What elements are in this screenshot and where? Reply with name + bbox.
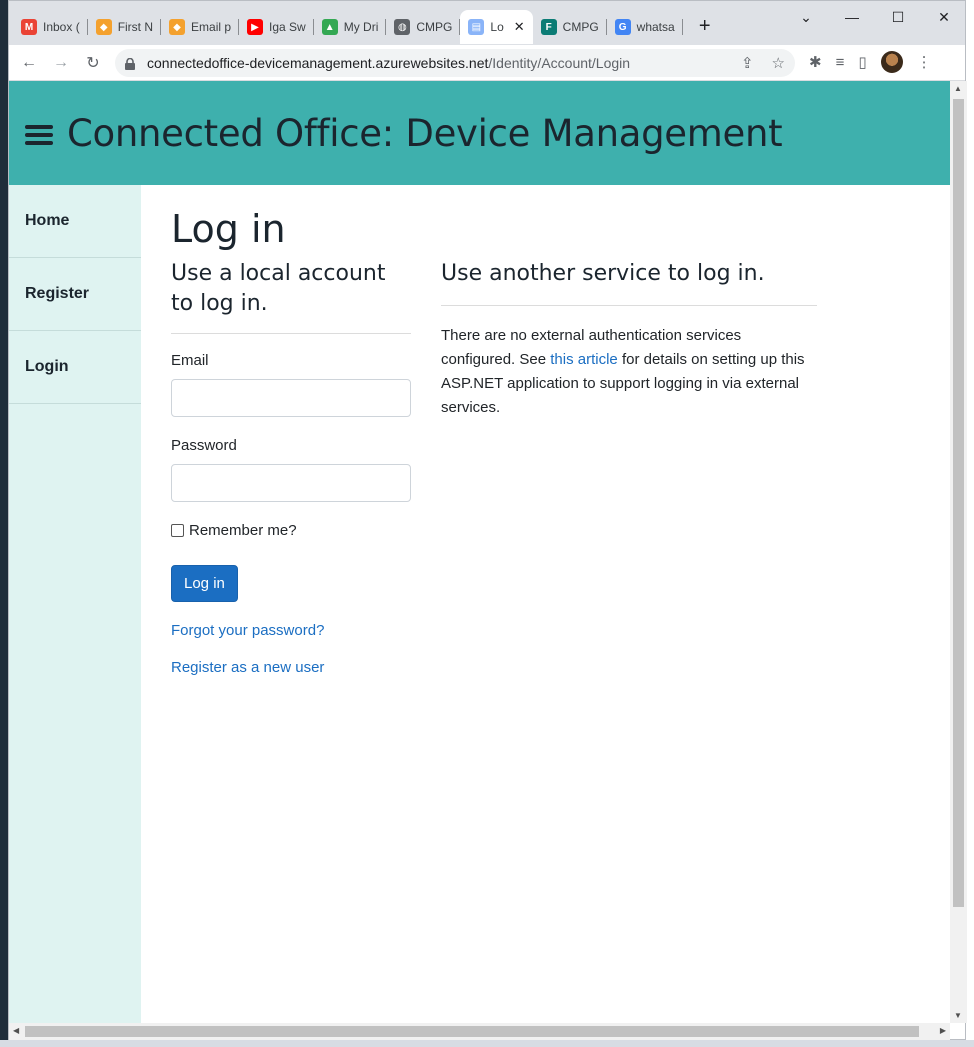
external-service-heading: Use another service to log in. <box>441 261 765 286</box>
drive-icon: ▲ <box>321 19 338 35</box>
url-host: connectedoffice-devicemanagement.azurewe… <box>147 55 489 71</box>
scroll-down-arrow-icon[interactable]: ▼ <box>954 1011 962 1020</box>
tab-label: Email p <box>191 20 232 34</box>
vertical-scrollbar[interactable]: ▲ ▼ <box>950 81 967 1023</box>
browser-tab[interactable]: Gwhatsa <box>607 10 683 44</box>
minimize-button[interactable]: — <box>829 1 875 33</box>
tab-label: Inbox ( <box>43 20 80 34</box>
browser-tab[interactable]: F CMPG <box>533 10 607 44</box>
profile-avatar[interactable] <box>880 51 903 73</box>
remember-me-row[interactable]: Remember me? <box>171 522 411 539</box>
tab-label: My Dri <box>343 20 379 34</box>
menu-kebab-icon[interactable]: ⋮ <box>917 53 932 71</box>
forward-button[interactable]: → <box>47 49 75 77</box>
new-tab-button[interactable]: + <box>691 15 719 38</box>
gmail-icon: M <box>21 19 37 35</box>
sidebar-item-register[interactable]: Register <box>9 258 141 331</box>
url-path: /Identity/Account/Login <box>488 55 631 71</box>
local-account-heading: Use a local account to log in. <box>171 261 386 316</box>
scroll-right-arrow-icon[interactable]: ▶ <box>940 1026 946 1035</box>
globe-icon: ◍ <box>394 19 411 35</box>
forgot-password-link[interactable]: Forgot your password? <box>171 622 411 639</box>
desktop-background <box>966 0 974 1047</box>
tab-separator <box>681 19 683 35</box>
login-button[interactable]: Log in <box>171 565 238 602</box>
back-button[interactable]: ← <box>15 49 43 77</box>
divider <box>441 305 817 306</box>
email-label: Email <box>171 352 209 369</box>
scroll-up-arrow-icon[interactable]: ▲ <box>954 84 962 93</box>
tab-search-button[interactable]: ⌄ <box>783 1 829 33</box>
page-title: Log in <box>171 207 286 251</box>
register-new-user-link[interactable]: Register as a new user <box>171 659 411 676</box>
youtube-icon: ▶ <box>247 19 264 35</box>
tab-label: Iga Sw <box>269 20 306 34</box>
extensions-icon[interactable]: ✱ <box>809 53 822 71</box>
password-label: Password <box>171 437 237 454</box>
vertical-scroll-thumb[interactable] <box>953 99 964 907</box>
local-login-section: Use a local account to log in. Email Pas… <box>171 259 411 676</box>
hexagon-icon: ◆ <box>169 19 186 35</box>
close-window-button[interactable]: ✕ <box>921 1 967 33</box>
google-icon: G <box>614 19 631 35</box>
site-title: Connected Office: Device Management <box>67 111 783 155</box>
tab-label: CMPG <box>562 20 599 34</box>
sidebar: Home Register Login <box>9 185 141 1023</box>
external-login-section: Use another service to log in. There are… <box>441 259 817 420</box>
document-icon: ▤ <box>468 19 485 35</box>
tab-label: CMPG <box>416 20 453 34</box>
browser-tab[interactable]: M Inbox ( <box>13 10 88 44</box>
browser-tab[interactable]: ▤ Lo ✕ <box>460 10 533 44</box>
hamburger-menu-icon[interactable] <box>25 125 53 145</box>
horizontal-scroll-thumb[interactable] <box>25 1026 919 1037</box>
sidebar-item-home[interactable]: Home <box>9 185 141 258</box>
address-bar[interactable]: connectedoffice-devicemanagement.azurewe… <box>115 49 795 77</box>
remember-me-checkbox[interactable] <box>171 524 184 537</box>
password-field[interactable] <box>171 464 411 502</box>
sidebar-item-login[interactable]: Login <box>9 331 141 404</box>
hexagon-icon: ◆ <box>95 19 112 35</box>
media-control-icon[interactable]: ≡ <box>836 54 845 71</box>
close-tab-icon[interactable]: ✕ <box>514 19 525 35</box>
page-viewport: Connected Office: Device Management Home… <box>9 81 950 1023</box>
lock-icon <box>125 57 135 70</box>
remember-me-label[interactable]: Remember me? <box>189 522 297 539</box>
maximize-button[interactable]: ☐ <box>875 1 921 33</box>
browser-tab[interactable]: ◆ Email p <box>161 10 240 44</box>
tab-label: whatsa <box>636 20 675 34</box>
desktop-background-bottom <box>0 1040 974 1047</box>
this-article-link[interactable]: this article <box>550 351 618 368</box>
browser-tab[interactable]: ◆ First N <box>88 10 162 44</box>
side-panel-icon[interactable]: ▯ <box>858 53 866 71</box>
browser-tab[interactable]: ▲ My Dri <box>314 10 387 44</box>
reload-button[interactable]: ↻ <box>79 49 107 77</box>
scroll-left-arrow-icon[interactable]: ◀ <box>13 1026 19 1035</box>
tab-label: Lo <box>490 20 504 34</box>
browser-toolbar: ← → ↻ connectedoffice-devicemanagement.a… <box>9 45 965 81</box>
external-info-text: There are no external authentication ser… <box>441 324 817 420</box>
site-header: Connected Office: Device Management <box>9 81 950 185</box>
divider <box>171 333 411 334</box>
share-icon[interactable]: ⇪ <box>741 54 754 72</box>
horizontal-scrollbar[interactable]: ◀ ▶ <box>9 1023 950 1040</box>
browser-window: M Inbox ( ◆ First N ◆ Email p ▶ Iga Sw ▲ My Dri ◍ C… <box>8 0 967 1040</box>
bookmark-star-icon[interactable]: ☆ <box>772 54 785 72</box>
forms-icon: F <box>540 19 557 35</box>
browser-tab[interactable]: ◍ CMPG <box>386 10 461 44</box>
tab-label: First N <box>117 20 154 34</box>
browser-tab[interactable]: ▶ Iga Sw <box>239 10 314 44</box>
email-field[interactable] <box>171 379 411 417</box>
